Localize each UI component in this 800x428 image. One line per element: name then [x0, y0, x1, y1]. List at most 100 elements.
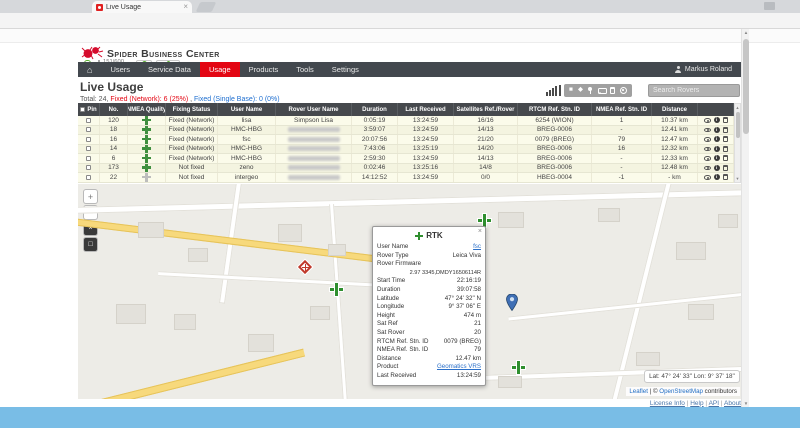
table-scrollbar[interactable]: ▲ ▼ [734, 103, 741, 183]
view-on-map-eye-icon[interactable] [704, 175, 711, 180]
cell-user-name: zeno [218, 164, 276, 173]
osm-link[interactable]: OpenStreetMap [659, 388, 703, 395]
search-input[interactable] [648, 84, 740, 97]
nav-item-service-data[interactable]: Service Data [139, 62, 200, 77]
info-icon[interactable]: i [714, 127, 720, 133]
window-controls[interactable] [764, 2, 775, 10]
signal-bars-icon[interactable] [546, 85, 561, 96]
rover-row[interactable]: 18Fixed (Network)HMC-HBG3:59:0713:24:591… [78, 126, 734, 136]
footer-link-api[interactable]: API [709, 400, 719, 407]
popup-row: Sat Ref21 [376, 320, 482, 329]
column-label: Satellites Ref./Rover [456, 107, 514, 113]
rover-row[interactable]: 6Fixed (Network)HMC-HBG2:59:3013:24:5914… [78, 154, 734, 164]
delete-trash-icon[interactable] [610, 87, 615, 94]
column-header-user-name[interactable]: User Name [218, 103, 276, 116]
column-header-no-[interactable]: No. [100, 103, 128, 116]
info-icon[interactable]: i [714, 165, 720, 171]
view-on-map-eye-icon[interactable] [704, 147, 711, 152]
nav-home-icon[interactable]: ⌂ [78, 62, 101, 77]
nav-item-products[interactable]: Products [240, 62, 288, 77]
scroll-up-icon[interactable]: ▲ [742, 30, 750, 35]
table-scroll-up-icon[interactable]: ▲ [736, 105, 740, 110]
view-on-map-eye-icon[interactable] [704, 156, 711, 161]
nav-item-settings[interactable]: Settings [323, 62, 368, 77]
column-header-pin[interactable]: Pin [78, 103, 100, 116]
info-icon[interactable]: i [714, 146, 720, 152]
popup-row-link[interactable]: Geomatics VRS [437, 363, 481, 372]
popup-close-icon[interactable]: × [478, 228, 482, 235]
row-checkbox[interactable] [86, 156, 91, 161]
popup-row-link[interactable]: fsc [473, 243, 481, 252]
trash-icon[interactable] [723, 117, 728, 123]
view-on-map-eye-icon[interactable] [704, 118, 711, 123]
row-checkbox[interactable] [86, 137, 91, 142]
settings-gear-icon[interactable] [620, 87, 627, 94]
popup-row-label: User Name [377, 243, 408, 252]
rover-marker-fixed-icon[interactable] [330, 283, 343, 296]
rover-row[interactable]: 14Fixed (Network)HMC-HBG7:43:0613:25:191… [78, 145, 734, 155]
column-header-nmea-ref-stn-id[interactable]: NMEA Ref. Stn. ID [592, 103, 652, 116]
info-icon[interactable]: i [714, 117, 720, 123]
trash-icon[interactable] [723, 136, 728, 142]
message-bubble-icon[interactable] [598, 88, 605, 94]
row-checkbox[interactable] [86, 127, 91, 132]
rover-marker-fixed-icon[interactable] [512, 361, 525, 374]
footer-link-about[interactable]: About [724, 400, 741, 407]
cell-nmea-quality [128, 126, 166, 135]
column-header-distance[interactable]: Distance [652, 103, 698, 116]
table-scroll-down-icon[interactable]: ▼ [735, 175, 740, 182]
row-checkbox[interactable] [86, 118, 91, 123]
rover-row[interactable]: 120Fixed (Network)lisaSimpson Lisa0:05:1… [78, 116, 734, 126]
row-checkbox[interactable] [86, 165, 91, 170]
column-header-duration[interactable]: Duration [352, 103, 398, 116]
column-header-fixing-status[interactable]: Fixing Status [166, 103, 218, 116]
map-canvas[interactable]: + − × □ × RTK User NamefscRover TypeLeic… [78, 184, 741, 399]
cell-nmea-id: - [592, 126, 652, 135]
trash-icon[interactable] [723, 165, 728, 171]
trash-icon[interactable] [723, 155, 728, 161]
browser-tab[interactable]: Live Usage × [92, 1, 192, 13]
table-scroll-thumb[interactable] [736, 112, 740, 138]
view-on-map-eye-icon[interactable] [704, 166, 711, 171]
row-checkbox[interactable] [86, 175, 91, 180]
scroll-down-icon[interactable]: ▼ [742, 401, 750, 406]
nav-item-usage[interactable]: Usage [200, 62, 240, 77]
view-on-map-eye-icon[interactable] [704, 128, 711, 133]
footer-link-license-info[interactable]: License Info [650, 400, 685, 407]
rover-row[interactable]: 22Not fixedintergeo14:12:5213:24:590/0HB… [78, 173, 734, 183]
scroll-thumb[interactable] [743, 39, 749, 134]
rover-row[interactable]: 173Not fixedzeno0:02:4613:25:1614/8BREG-… [78, 164, 734, 174]
column-header-last-received[interactable]: Last Received [398, 103, 454, 116]
column-header-rover-user-name[interactable]: Rover User Name [276, 103, 352, 116]
pin-cell [78, 135, 100, 144]
account-menu[interactable]: Markus Roland [675, 62, 741, 77]
rover-marker-notfixed-icon[interactable] [298, 260, 313, 275]
zoom-in-button[interactable]: + [84, 190, 97, 203]
info-icon[interactable]: i [714, 155, 720, 161]
select-all-checkbox[interactable] [80, 107, 85, 112]
rover-row[interactable]: 16Fixed (Network)fsc20:07:5613:24:5921/2… [78, 135, 734, 145]
new-tab-button[interactable] [196, 2, 217, 12]
info-icon[interactable]: i [714, 136, 720, 142]
stop-square-icon[interactable]: ■ [569, 87, 573, 94]
row-checkbox[interactable] [86, 146, 91, 151]
column-header-rtcm-ref-stn-id[interactable]: RTCM Ref. Stn. ID [518, 103, 592, 116]
center-diamond-icon[interactable]: ◆ [578, 87, 583, 94]
cell-user-name: HMC-HBG [218, 145, 276, 154]
view-on-map-eye-icon[interactable] [704, 137, 711, 142]
trash-icon[interactable] [723, 174, 728, 180]
trash-icon[interactable] [723, 127, 728, 133]
column-header-satellites-ref-rover[interactable]: Satellites Ref./Rover [454, 103, 518, 116]
nav-item-tools[interactable]: Tools [287, 62, 323, 77]
page-scrollbar[interactable]: ▲ ▼ [741, 29, 749, 407]
info-icon[interactable]: i [714, 174, 720, 180]
nav-item-users[interactable]: Users [101, 62, 139, 77]
tab-close-icon[interactable]: × [183, 3, 188, 11]
extent-button[interactable]: □ [84, 238, 97, 251]
column-header-nmea-quality[interactable]: NMEA Quality [128, 103, 166, 116]
locate-pin-icon[interactable] [588, 87, 593, 95]
leaflet-link[interactable]: Leaflet [629, 388, 648, 395]
trash-icon[interactable] [723, 146, 728, 152]
footer-link-help[interactable]: Help [690, 400, 703, 407]
reference-station-pin-icon[interactable] [506, 294, 518, 311]
